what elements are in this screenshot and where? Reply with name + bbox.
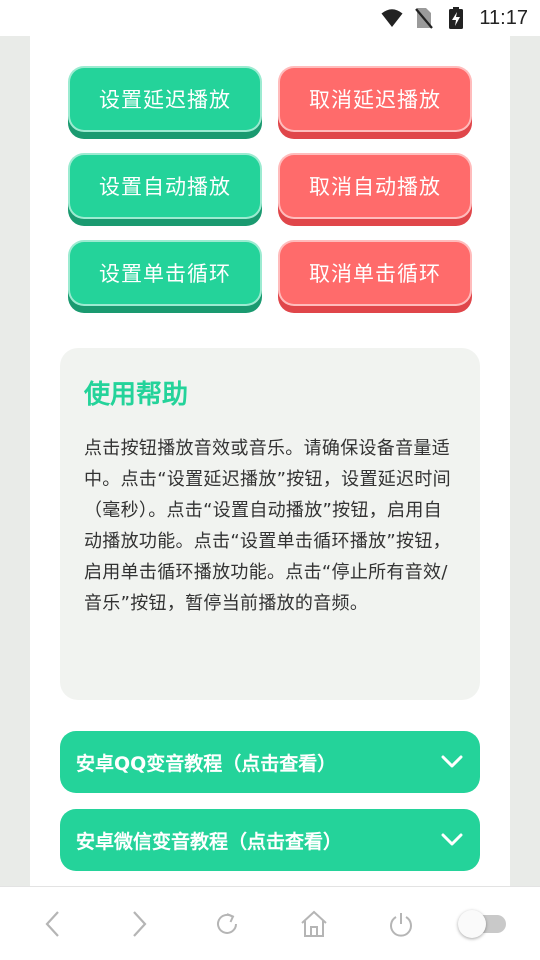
- back-icon[interactable]: [38, 909, 68, 939]
- accordion-label: 安卓QQ变音教程（点击查看）: [76, 752, 337, 775]
- set-delay-button[interactable]: 设置延迟播放: [68, 66, 262, 132]
- chevron-down-icon: [440, 750, 464, 774]
- qq-voice-tutorial-accordion[interactable]: 安卓QQ变音教程（点击查看）: [60, 731, 480, 793]
- set-click-loop-button[interactable]: 设置单击循环: [68, 240, 262, 306]
- home-icon[interactable]: [299, 909, 329, 939]
- help-card: 使用帮助 点击按钮播放音效或音乐。请确保设备音量适中。点击“设置延迟播放”按钮，…: [60, 348, 480, 700]
- clock: 11:17: [479, 6, 528, 29]
- refresh-icon[interactable]: [212, 909, 242, 939]
- toggle-switch[interactable]: [458, 910, 508, 938]
- accordion-label: 安卓微信变音教程（点击查看）: [76, 830, 343, 853]
- help-title: 使用帮助: [84, 380, 189, 410]
- cancel-autoplay-button[interactable]: 取消自动播放: [278, 153, 472, 219]
- no-sim-icon: [413, 7, 435, 29]
- main-content[interactable]: 设置延迟播放 取消延迟播放 设置自动播放 取消自动播放 设置单击循环 取消单击循…: [30, 36, 510, 886]
- toggle-knob: [458, 910, 486, 938]
- battery-charging-icon: [445, 7, 467, 29]
- chevron-down-icon: [440, 828, 464, 852]
- wifi-icon: [381, 7, 403, 29]
- wechat-voice-tutorial-accordion[interactable]: 安卓微信变音教程（点击查看）: [60, 809, 480, 871]
- cancel-click-loop-button[interactable]: 取消单击循环: [278, 240, 472, 306]
- status-bar: 11:17: [0, 0, 540, 36]
- power-icon[interactable]: [386, 909, 416, 939]
- cancel-delay-button[interactable]: 取消延迟播放: [278, 66, 472, 132]
- help-text: 点击按钮播放音效或音乐。请确保设备音量适中。点击“设置延迟播放”按钮，设置延迟时…: [84, 438, 451, 614]
- set-autoplay-button[interactable]: 设置自动播放: [68, 153, 262, 219]
- forward-icon[interactable]: [124, 909, 154, 939]
- bottom-navigation-bar: [0, 886, 540, 960]
